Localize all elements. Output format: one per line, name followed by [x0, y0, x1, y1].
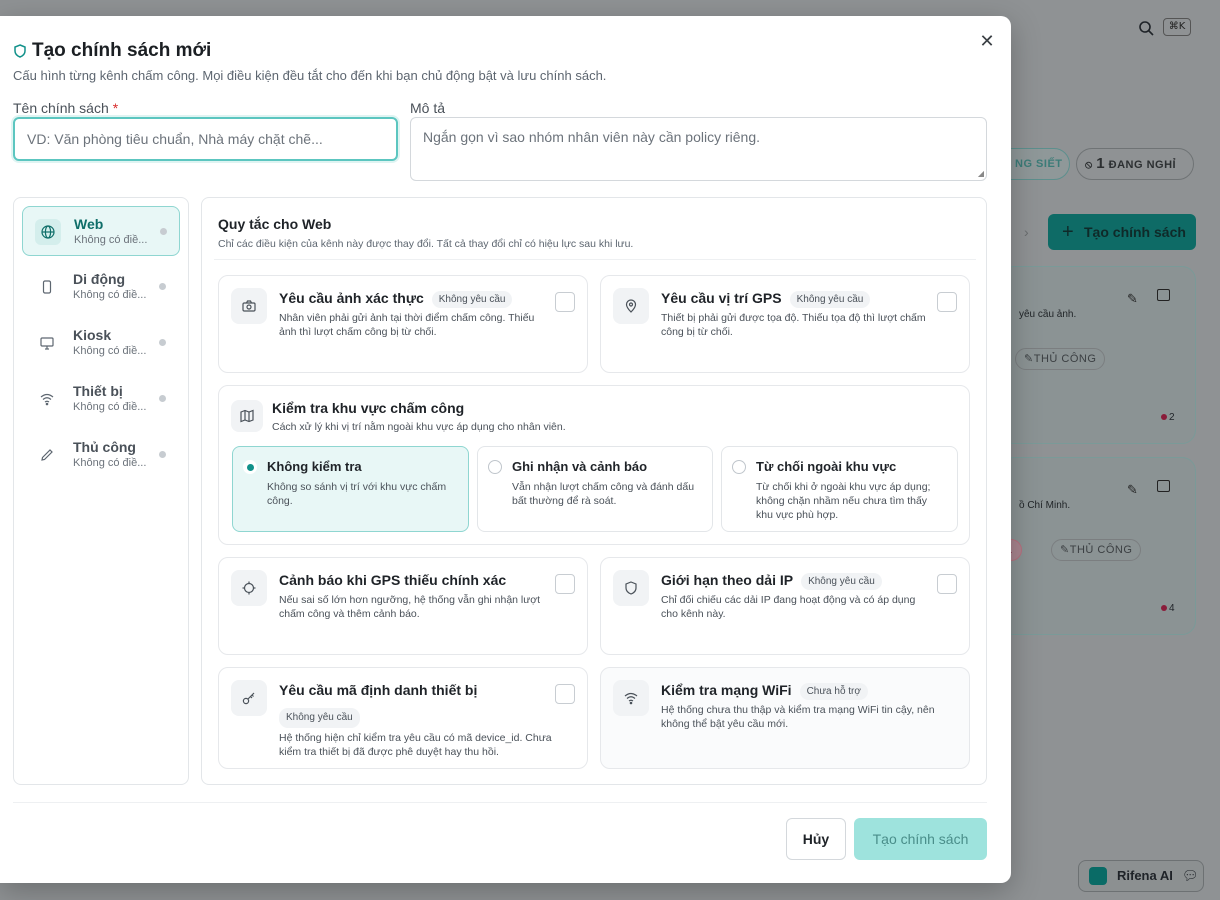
- ai-assistant-button[interactable]: Rifena AI 💬︎: [1078, 860, 1204, 892]
- shortcut-hint: ⌘K: [1163, 18, 1191, 36]
- rules-title: Quy tắc cho Web: [218, 216, 332, 232]
- channel-tag: ✎THỦ CÔNG: [1015, 348, 1106, 370]
- status-dot: [159, 451, 166, 458]
- close-icon[interactable]: ✕: [978, 32, 996, 50]
- status-badge: Không yêu cầu: [279, 708, 360, 728]
- gps-accuracy-checkbox[interactable]: [555, 574, 575, 594]
- policy-name-label: Tên chính sách *: [13, 100, 119, 116]
- description-label: Mô tả: [410, 100, 446, 116]
- radio-icon[interactable]: [732, 460, 746, 474]
- crosshair-icon: [231, 570, 267, 606]
- channel-item-mobile[interactable]: Di động Không có điề...: [22, 262, 180, 312]
- radio-icon[interactable]: [488, 460, 502, 474]
- bg-create-policy-button[interactable]: + Tạo chính sách: [1048, 214, 1196, 250]
- modal-subtitle: Cấu hình từng kênh chấm công. Mọi điều k…: [13, 68, 607, 83]
- channel-item-manual[interactable]: Thủ công Không có điề...: [22, 430, 180, 480]
- channel-item-web[interactable]: Web Không có điề...: [22, 206, 180, 256]
- resize-handle-icon[interactable]: ◢: [978, 169, 984, 178]
- status-dot: [159, 283, 166, 290]
- search-icon: [1139, 21, 1154, 36]
- zone-check-section: Kiểm tra khu vực chấm công Cách xử lý kh…: [218, 385, 970, 545]
- status-badge: Chưa hỗ trợ: [799, 683, 868, 700]
- monitor-icon: [34, 330, 60, 356]
- paused-icon: ⦸: [1085, 159, 1097, 171]
- shield-icon: [14, 44, 26, 58]
- description-textarea[interactable]: Ngắn gọn vì sao nhóm nhân viên này cần p…: [410, 117, 987, 181]
- map-icon: [231, 400, 263, 432]
- status-dot: [159, 339, 166, 346]
- create-policy-button[interactable]: Tạo chính sách: [854, 818, 987, 860]
- rules-panel: Quy tắc cho Web Chỉ các điều kiện của kê…: [201, 197, 987, 785]
- footer-divider: [13, 802, 987, 803]
- zone-option-none[interactable]: Không kiểm tra Không so sánh vị trí với …: [232, 446, 469, 532]
- warning-count: 4: [1161, 603, 1175, 614]
- create-policy-modal: Tạo chính sách mới Cấu hình từng kênh ch…: [0, 16, 1011, 883]
- wifi-icon: [34, 386, 60, 412]
- channel-sidebar: Web Không có điề... Di động Không có điề…: [13, 197, 189, 785]
- channel-tag: ✎THỦ CÔNG: [1051, 539, 1142, 561]
- rules-subtitle: Chỉ các điều kiện của kênh này được thay…: [218, 238, 634, 250]
- pencil-icon: [34, 442, 60, 468]
- cancel-button[interactable]: Hủy: [786, 818, 846, 860]
- status-dot: [160, 228, 167, 235]
- archive-icon[interactable]: [1157, 480, 1170, 492]
- rule-card-photo: Yêu cầu ảnh xác thực Không yêu cầu Nhân v…: [218, 275, 588, 373]
- photo-checkbox[interactable]: [555, 292, 575, 312]
- gps-checkbox[interactable]: [937, 292, 957, 312]
- channel-item-device[interactable]: Thiết bị Không có điề...: [22, 374, 180, 424]
- status-dot: [159, 395, 166, 402]
- shield-icon: [613, 570, 649, 606]
- map-pin-icon: [613, 288, 649, 324]
- ip-checkbox[interactable]: [937, 574, 957, 594]
- status-badge: Không yêu cầu: [789, 291, 871, 308]
- smartphone-icon: [34, 274, 60, 300]
- rule-card-ip: Giới hạn theo dải IP Không yêu cầu Chỉ đố…: [600, 557, 970, 655]
- rule-card-gps: Yêu cầu vị trí GPS Không yêu cầu Thiết bị…: [600, 275, 970, 373]
- zone-option-warn[interactable]: Ghi nhận và cảnh báo Vẫn nhận lượt chấm …: [477, 446, 713, 532]
- warning-count: 2: [1161, 412, 1175, 423]
- rule-card-wifi: Kiểm tra mạng WiFi Chưa hỗ trợ Hệ thống c…: [600, 667, 970, 769]
- plus-icon: +: [1062, 221, 1074, 243]
- camera-icon: [231, 288, 267, 324]
- filter-pill-paused[interactable]: ⦸ 1 ĐANG NGHỈ: [1076, 148, 1194, 180]
- channel-item-kiosk[interactable]: Kiosk Không có điề...: [22, 318, 180, 368]
- wifi-icon: [613, 680, 649, 716]
- status-badge: Không yêu cầu: [431, 291, 513, 308]
- rule-card-device-id: Yêu cầu mã định danh thiết bị Không yêu …: [218, 667, 588, 769]
- rule-card-gps-accuracy: Cảnh báo khi GPS thiếu chính xác Nếu sai…: [218, 557, 588, 655]
- edit-icon[interactable]: ✎: [1127, 291, 1138, 307]
- policy-name-input[interactable]: VD: Văn phòng tiêu chuẩn, Nhà máy chặt c…: [13, 117, 398, 161]
- ai-logo-icon: [1089, 867, 1107, 885]
- edit-icon[interactable]: ✎: [1127, 482, 1138, 498]
- radio-icon[interactable]: [243, 460, 257, 474]
- key-icon: [231, 680, 267, 716]
- chat-icon: 💬︎: [1182, 868, 1199, 883]
- status-badge: Không yêu cầu: [801, 573, 882, 590]
- archive-icon[interactable]: [1157, 289, 1170, 301]
- zone-option-reject[interactable]: Từ chối ngoài khu vực Từ chối khi ở ngoà…: [721, 446, 958, 532]
- policy-card[interactable]: ✎ yêu cầu ảnh. ✎THỦ CÔNG 2: [1000, 266, 1196, 444]
- modal-title: Tạo chính sách mới: [14, 40, 211, 62]
- policy-card[interactable]: ✎ ồ Chí Minh. 1 ✎THỦ CÔNG 4: [997, 457, 1196, 635]
- globe-icon: [35, 219, 61, 245]
- divider: [214, 259, 976, 260]
- device-id-checkbox[interactable]: [555, 684, 575, 704]
- chevron-right-icon: ›: [1024, 224, 1029, 240]
